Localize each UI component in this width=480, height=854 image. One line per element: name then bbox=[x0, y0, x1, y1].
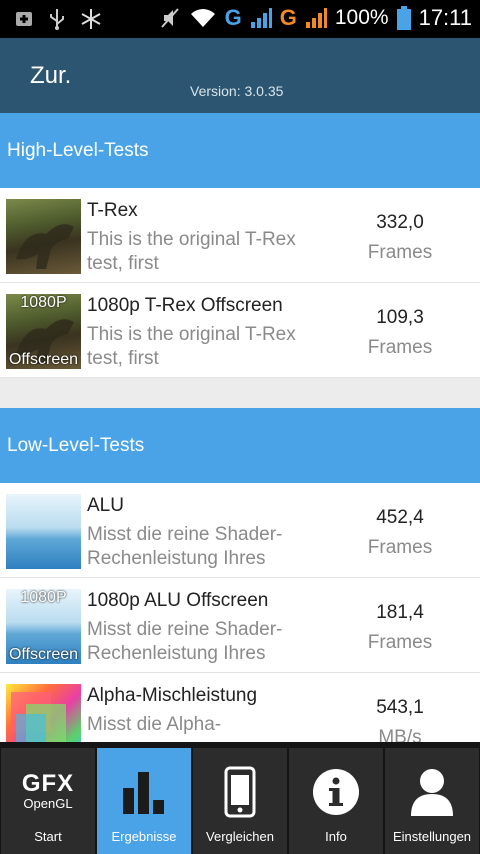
section-divider bbox=[0, 378, 480, 408]
test-title: 1080p ALU Offscreen bbox=[87, 590, 269, 611]
network-type-2: G bbox=[279, 5, 297, 30]
phone-icon bbox=[224, 766, 256, 818]
test-title: Alpha-Mischleistung bbox=[87, 685, 258, 706]
trex-thumbnail bbox=[6, 199, 81, 274]
nav-label: Info bbox=[325, 829, 347, 844]
thumb-overlay-bottom: Offscreen bbox=[8, 351, 79, 368]
alu-thumbnail bbox=[6, 494, 81, 569]
score-value: 543,1 bbox=[376, 697, 424, 718]
mute-icon bbox=[160, 8, 179, 28]
gfx-logo-icon: GFX OpenGL bbox=[1, 770, 95, 811]
logo-big-text: GFX bbox=[21, 770, 75, 797]
wifi-icon bbox=[190, 9, 215, 27]
list-item[interactable]: 1080P Offscreen 1080p T-Rex Offscreen Th… bbox=[0, 283, 480, 378]
battery-percent: 100% bbox=[334, 6, 389, 29]
snowflake-icon bbox=[81, 9, 101, 29]
nav-compare[interactable]: Vergleichen bbox=[193, 748, 287, 854]
signal-icon bbox=[250, 8, 272, 28]
nav-label: Einstellungen bbox=[392, 829, 472, 844]
test-description: This is the original T-Rex test, first bbox=[87, 324, 296, 369]
score-unit: Frames bbox=[367, 537, 433, 558]
alu-offscreen-thumbnail: 1080P Offscreen bbox=[6, 589, 81, 664]
list-item[interactable]: T-Rex This is the original T-Rex test, f… bbox=[0, 188, 480, 283]
nav-label: Ergebnisse bbox=[111, 829, 177, 844]
score-value: 109,3 bbox=[376, 307, 424, 328]
back-button[interactable]: Zur. bbox=[30, 62, 71, 90]
score-unit: Frames bbox=[367, 242, 433, 263]
nav-info[interactable]: Info bbox=[289, 748, 383, 854]
logo-small-text: OpenGL bbox=[23, 796, 73, 811]
version-label: Version: 3.0.35 bbox=[190, 83, 284, 99]
section-header-high-level: High-Level-Tests bbox=[0, 113, 480, 188]
app-header: Zur. Version: 3.0.35 bbox=[0, 38, 480, 113]
score-value: 181,4 bbox=[376, 602, 424, 623]
score-value: 452,4 bbox=[376, 507, 424, 528]
results-list[interactable]: High-Level-Tests T-Rex This is the origi… bbox=[0, 113, 480, 742]
bottom-navigation: GFX OpenGL Start Ergebnisse Vergleichen … bbox=[0, 742, 480, 854]
bar-chart-icon bbox=[123, 772, 164, 814]
score-unit: MB/s bbox=[378, 727, 422, 742]
section-header-low-level: Low-Level-Tests bbox=[0, 408, 480, 483]
test-description: Misst die Alpha- bbox=[87, 714, 222, 735]
nav-settings[interactable]: Einstellungen bbox=[385, 748, 479, 854]
score-unit: Frames bbox=[367, 632, 433, 653]
battery-icon bbox=[396, 6, 411, 30]
list-item[interactable]: 1080P Offscreen 1080p ALU Offscreen Miss… bbox=[0, 578, 480, 673]
signal-icon bbox=[305, 8, 327, 28]
thumb-overlay-bottom: Offscreen bbox=[8, 646, 79, 663]
test-description: Misst die reine Shader-Rechenleistung Ih… bbox=[87, 619, 283, 664]
test-title: 1080p T-Rex Offscreen bbox=[87, 295, 283, 316]
thumb-overlay-top: 1080P bbox=[20, 294, 67, 311]
test-title: ALU bbox=[87, 495, 124, 516]
score-unit: Frames bbox=[367, 337, 433, 358]
trex-offscreen-thumbnail: 1080P Offscreen bbox=[6, 294, 81, 369]
status-bar: G G 100% 17:11 bbox=[0, 0, 480, 38]
clock: 17:11 bbox=[418, 5, 472, 30]
test-description: This is the original T-Rex test, first bbox=[87, 229, 296, 274]
alpha-blending-thumbnail bbox=[6, 684, 81, 742]
notification-icon bbox=[16, 12, 32, 26]
thumb-overlay-top: 1080P bbox=[20, 589, 67, 606]
nav-label: Start bbox=[34, 829, 62, 844]
nav-start[interactable]: GFX OpenGL Start bbox=[1, 748, 95, 854]
usb-icon bbox=[50, 9, 64, 30]
test-description: Misst die reine Shader-Rechenleistung Ih… bbox=[87, 524, 283, 569]
list-item[interactable]: ALU Misst die reine Shader-Rechenleistun… bbox=[0, 483, 480, 578]
network-type-1: G bbox=[224, 5, 242, 30]
info-icon bbox=[313, 769, 359, 815]
list-item[interactable]: Alpha-Mischleistung Misst die Alpha- 543… bbox=[0, 673, 480, 742]
test-title: T-Rex bbox=[87, 200, 138, 221]
score-value: 332,0 bbox=[376, 212, 424, 233]
user-icon bbox=[411, 769, 453, 816]
nav-results[interactable]: Ergebnisse bbox=[97, 748, 191, 854]
nav-label: Vergleichen bbox=[206, 829, 274, 844]
